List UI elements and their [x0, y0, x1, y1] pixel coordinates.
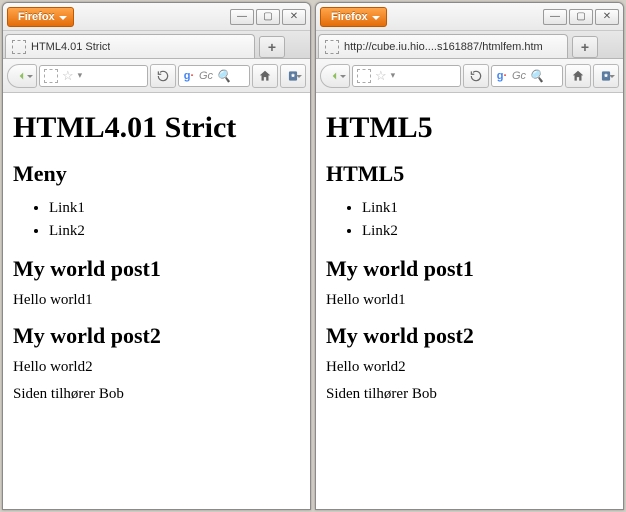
page-favicon-icon [44, 69, 58, 83]
window-controls: — ▢ ✕ [230, 9, 306, 25]
page-content: HTML4.01 Strict Meny Link1 Link2 My worl… [3, 93, 310, 509]
new-tab-button[interactable]: + [259, 36, 285, 58]
page-footer: Siden tilhører Bob [326, 386, 613, 403]
close-button[interactable]: ✕ [282, 9, 306, 25]
nav-heading: HTML5 [326, 161, 613, 187]
nav-list: Link1 Link2 [326, 197, 613, 242]
tab-strip: HTML4.01 Strict + [3, 31, 310, 59]
page-favicon-icon [357, 69, 371, 83]
minimize-button[interactable]: — [543, 9, 567, 25]
window-controls: — ▢ ✕ [543, 9, 619, 25]
search-icon[interactable]: 🔍 [529, 69, 544, 83]
post-title: My world post1 [13, 256, 300, 282]
browser-window-right: Firefox — ▢ ✕ http://cube.iu.hio....s161… [315, 2, 624, 510]
post-body: Hello world1 [13, 292, 300, 309]
tab-title: http://cube.iu.hio....s161887/htmlfem.ht… [344, 41, 543, 53]
search-input[interactable]: g· Gc 🔍 [178, 65, 250, 87]
bookmark-star-icon[interactable]: ☆ [375, 68, 387, 84]
favicon-icon [12, 40, 26, 54]
firefox-menu-button[interactable]: Firefox [7, 7, 74, 27]
nav-link[interactable]: Link1 [49, 197, 300, 220]
browser-window-left: Firefox — ▢ ✕ HTML4.01 Strict + ☆ ▾ g· G… [2, 2, 311, 510]
arrow-left-icon [328, 69, 342, 83]
close-button[interactable]: ✕ [595, 9, 619, 25]
nav-link[interactable]: Link1 [362, 197, 613, 220]
google-icon: g· [495, 69, 509, 83]
post-title: My world post1 [326, 256, 613, 282]
dropdown-icon[interactable]: ▾ [391, 70, 396, 81]
dropdown-icon[interactable]: ▾ [78, 70, 83, 81]
url-input[interactable]: ☆ ▾ [352, 65, 461, 87]
toolbar: ☆ ▾ g· Gc 🔍 [3, 59, 310, 93]
search-placeholder: Gc [512, 70, 526, 82]
tab-active[interactable]: HTML4.01 Strict [5, 34, 255, 58]
post-body: Hello world2 [326, 359, 613, 376]
post-title: My world post2 [326, 323, 613, 349]
post-body: Hello world1 [326, 292, 613, 309]
back-button[interactable] [7, 64, 37, 88]
home-icon [571, 69, 585, 83]
home-button[interactable] [252, 64, 278, 88]
reload-button[interactable] [150, 64, 176, 88]
bookmark-star-icon[interactable]: ☆ [62, 68, 74, 84]
firefox-menu-button[interactable]: Firefox [320, 7, 387, 27]
reload-button[interactable] [463, 64, 489, 88]
titlebar[interactable]: Firefox — ▢ ✕ [316, 3, 623, 31]
bookmark-icon [599, 69, 613, 83]
minimize-button[interactable]: — [230, 9, 254, 25]
arrow-left-icon [15, 69, 29, 83]
post-title: My world post2 [13, 323, 300, 349]
home-button[interactable] [565, 64, 591, 88]
nav-heading: Meny [13, 161, 300, 187]
maximize-button[interactable]: ▢ [569, 9, 593, 25]
google-icon: g· [182, 69, 196, 83]
page-h1: HTML4.01 Strict [13, 111, 300, 145]
nav-list: Link1 Link2 [13, 197, 300, 242]
nav-link[interactable]: Link2 [49, 220, 300, 243]
page-footer: Siden tilhører Bob [13, 386, 300, 403]
bookmarks-button[interactable] [280, 64, 306, 88]
new-tab-button[interactable]: + [572, 36, 598, 58]
home-icon [258, 69, 272, 83]
post-body: Hello world2 [13, 359, 300, 376]
tab-strip: http://cube.iu.hio....s161887/htmlfem.ht… [316, 31, 623, 59]
bookmarks-button[interactable] [593, 64, 619, 88]
page-h1: HTML5 [326, 111, 613, 145]
maximize-button[interactable]: ▢ [256, 9, 280, 25]
url-input[interactable]: ☆ ▾ [39, 65, 148, 87]
tab-active[interactable]: http://cube.iu.hio....s161887/htmlfem.ht… [318, 34, 568, 58]
nav-link[interactable]: Link2 [362, 220, 613, 243]
search-input[interactable]: g· Gc 🔍 [491, 65, 563, 87]
titlebar[interactable]: Firefox — ▢ ✕ [3, 3, 310, 31]
page-content: HTML5 HTML5 Link1 Link2 My world post1 H… [316, 93, 623, 509]
favicon-icon [325, 40, 339, 54]
search-icon[interactable]: 🔍 [216, 69, 231, 83]
toolbar: ☆ ▾ g· Gc 🔍 [316, 59, 623, 93]
reload-icon [156, 69, 170, 83]
search-placeholder: Gc [199, 70, 213, 82]
reload-icon [469, 69, 483, 83]
bookmark-icon [286, 69, 300, 83]
tab-title: HTML4.01 Strict [31, 41, 110, 53]
back-button[interactable] [320, 64, 350, 88]
